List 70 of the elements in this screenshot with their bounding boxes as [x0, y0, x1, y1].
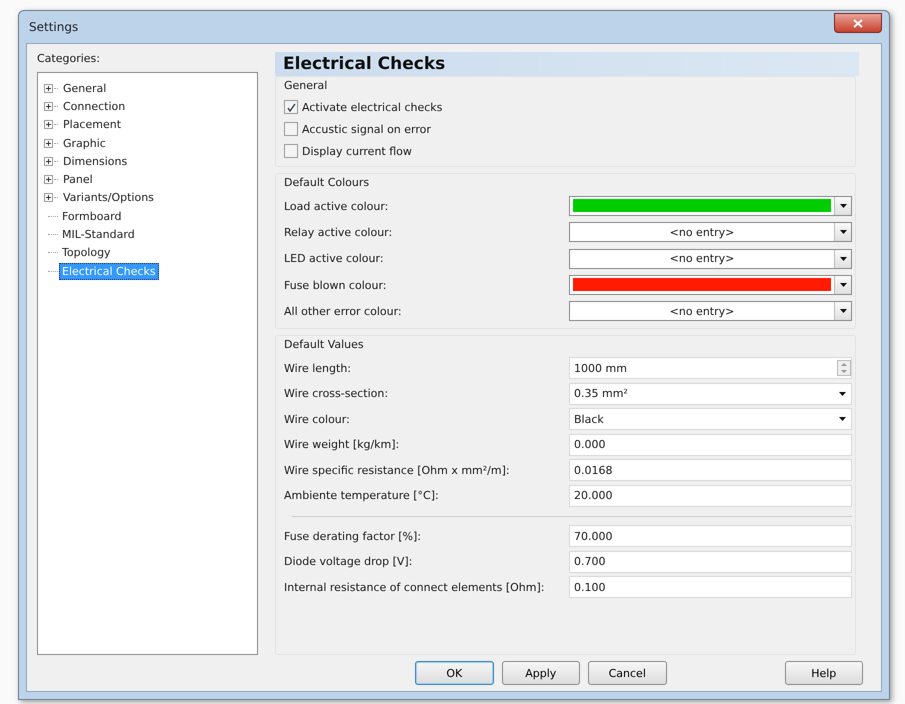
checkbox[interactable] [284, 100, 298, 114]
tree-item[interactable]: Topology [59, 244, 114, 262]
window-title: Settings [28, 20, 78, 34]
dialog-button[interactable]: Cancel [588, 661, 666, 685]
dropdown-arrow-icon[interactable] [840, 256, 846, 261]
field-label: Fuse derating factor [%]: [284, 530, 422, 543]
field-label: Wire specific resistance [Ohm x mm²/m]: [284, 464, 511, 477]
checkbox-label: Accustic signal on error [302, 122, 431, 136]
colour-dropdown[interactable]: <no entry> [569, 222, 852, 242]
spin-arrows-icon[interactable] [837, 360, 851, 376]
group-title: Default Values [284, 338, 365, 352]
dropdown-arrow-icon[interactable] [838, 392, 846, 396]
dropdown-field[interactable]: 0.35 mm² [569, 382, 852, 405]
tree-item[interactable]: Formboard [59, 208, 124, 225]
expand-icon[interactable] [44, 120, 53, 130]
checkbox[interactable] [284, 144, 298, 158]
input-field[interactable]: 20.000 [569, 484, 852, 507]
input-field[interactable]: 0.100 [569, 576, 852, 598]
dropdown-arrow-icon[interactable] [840, 204, 846, 208]
tree-item[interactable]: Variants/Options [60, 189, 157, 206]
field-label: Wire colour: [284, 412, 351, 426]
expand-icon[interactable] [44, 84, 53, 93]
dialog-button[interactable]: OK [415, 661, 494, 685]
field-label: Internal resistance of connect elements [Ohm]: [284, 580, 546, 594]
tree-item[interactable]: Connection [60, 98, 128, 115]
dropdown-arrow-icon[interactable] [840, 283, 846, 288]
close-icon [853, 18, 863, 28]
spin-field[interactable]: 1000 mm [569, 357, 852, 380]
tree-item[interactable]: Panel [60, 171, 96, 188]
colour-dropdown[interactable]: <no entry> [569, 301, 852, 322]
expand-icon[interactable] [44, 138, 53, 148]
tree-item[interactable]: Placement [60, 116, 124, 134]
page-title: Electrical Checks [275, 52, 859, 76]
expand-icon[interactable] [44, 156, 53, 166]
dialog-button[interactable]: Help [784, 661, 863, 685]
dropdown-arrow-icon[interactable] [840, 230, 846, 234]
input-field[interactable]: 0.000 [569, 434, 852, 456]
categories-label: Categories: [37, 52, 101, 65]
tree-item[interactable]: General [60, 80, 110, 97]
input-field[interactable]: 0.700 [569, 550, 852, 573]
checkbox[interactable] [284, 122, 298, 136]
field-label: Wire cross-section: [284, 387, 390, 400]
field-label: Fuse blown colour: [284, 278, 388, 292]
field-label: LED active colour: [284, 252, 385, 266]
checkbox-label: Display current flow [302, 144, 412, 158]
expand-icon[interactable] [44, 175, 53, 184]
expand-icon[interactable] [44, 193, 53, 202]
tree-item[interactable]: Graphic [60, 134, 109, 152]
checkbox-label: Activate electrical checks [302, 100, 442, 114]
input-field[interactable]: 0.0168 [569, 459, 852, 482]
close-button[interactable] [834, 13, 882, 33]
tree-item[interactable]: Dimensions [60, 152, 130, 170]
dropdown-arrow-icon[interactable] [838, 417, 846, 422]
colour-dropdown[interactable]: <no entry> [569, 248, 852, 269]
field-label: Ambiente temperature [°C]: [284, 489, 440, 502]
colour-dropdown[interactable] [569, 275, 852, 296]
group-title: General [284, 79, 328, 92]
field-label: Wire weight [kg/km]: [284, 438, 400, 452]
tree-item[interactable]: MIL-Standard [59, 226, 138, 244]
group-title: Default Colours [284, 176, 370, 189]
expand-icon[interactable] [44, 102, 53, 111]
field-label: Load active colour: [284, 200, 390, 213]
dropdown-arrow-icon[interactable] [840, 309, 846, 314]
field-label: Relay active colour: [284, 226, 394, 239]
field-label: All other error colour: [284, 304, 403, 318]
dialog-button[interactable]: Apply [502, 661, 580, 685]
field-label: Diode voltage drop [V]: [284, 555, 414, 568]
field-label: Wire length: [284, 362, 352, 375]
dropdown-field[interactable]: Black [569, 408, 852, 430]
input-field[interactable]: 70.000 [569, 525, 852, 548]
